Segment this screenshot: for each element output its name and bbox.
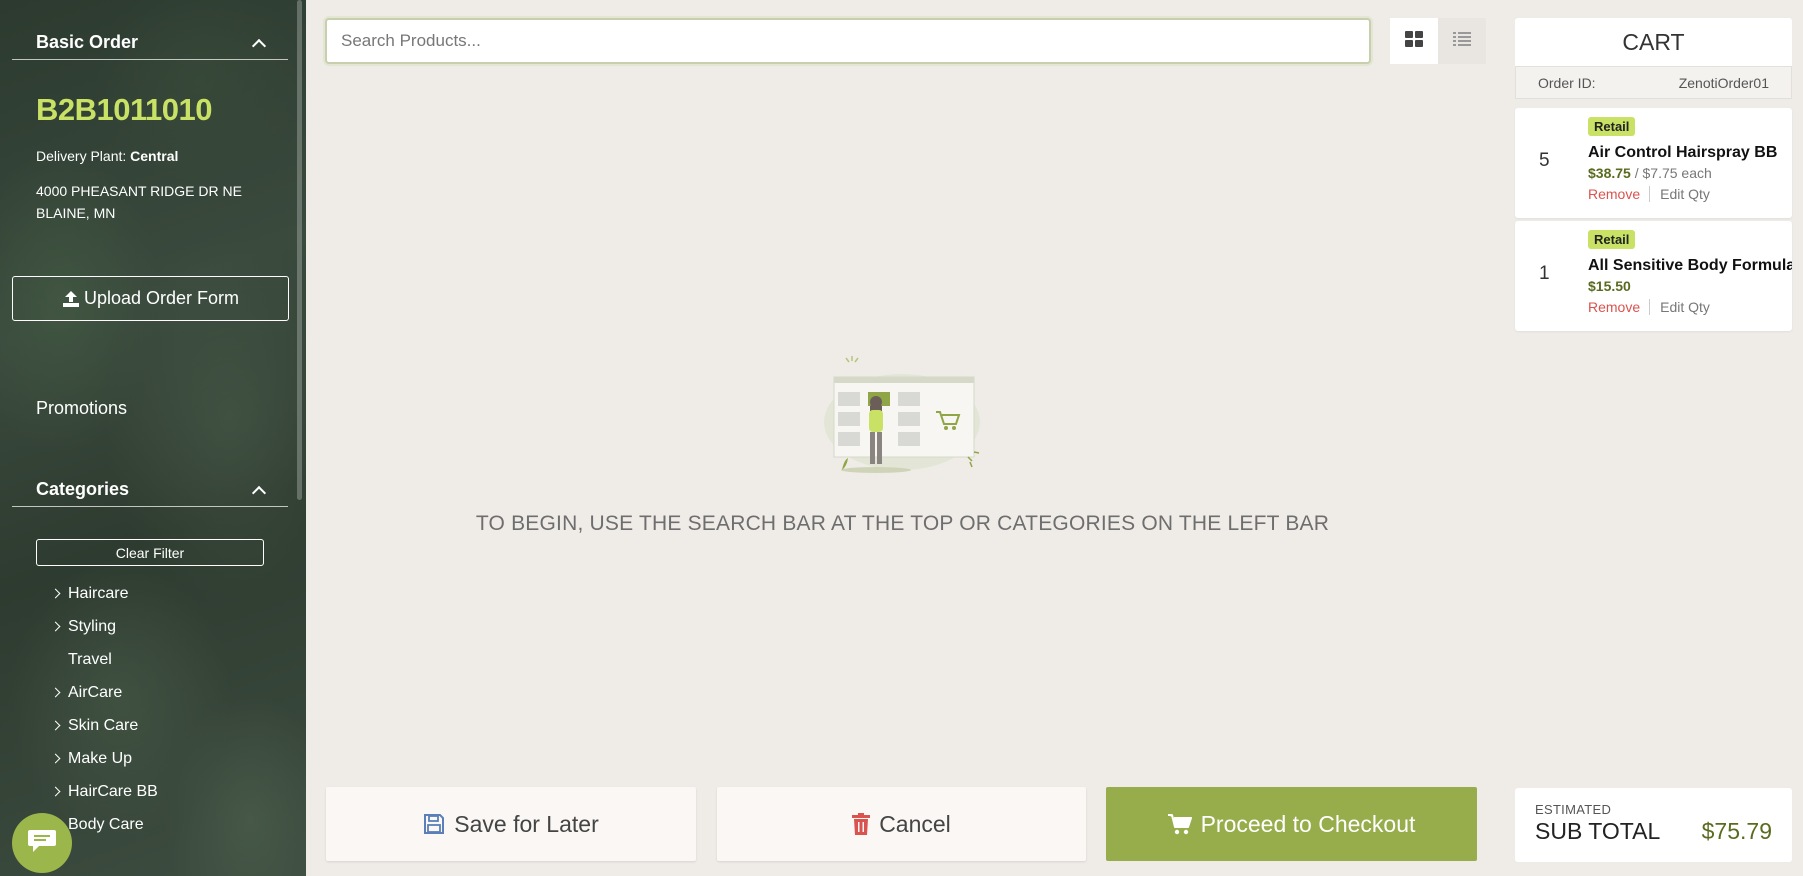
cart-item-actions: Remove Edit Qty bbox=[1588, 186, 1710, 202]
delivery-address: 4000 PHEASANT RIDGE DR NE BLAINE, MN bbox=[36, 180, 242, 224]
category-label: Styling bbox=[68, 617, 117, 635]
list-view-button[interactable] bbox=[1438, 18, 1486, 64]
chat-button[interactable] bbox=[12, 813, 72, 873]
cart-item-price: $15.50 bbox=[1588, 278, 1631, 294]
cancel-label: Cancel bbox=[879, 810, 951, 837]
proceed-to-checkout-button[interactable]: Proceed to Checkout bbox=[1106, 787, 1477, 861]
save-for-later-label: Save for Later bbox=[454, 810, 599, 837]
clear-filter-button[interactable]: Clear Filter bbox=[36, 539, 264, 566]
upload-order-form-button[interactable]: Upload Order Form bbox=[12, 276, 289, 321]
grid-icon bbox=[1405, 30, 1423, 52]
delivery-plant-label: Delivery Plant: bbox=[36, 148, 127, 164]
remove-link[interactable]: Remove bbox=[1588, 186, 1651, 202]
search-input[interactable] bbox=[325, 18, 1371, 64]
category-label: Haircare bbox=[68, 584, 129, 602]
grid-view-button[interactable] bbox=[1390, 18, 1438, 64]
chevron-right-icon bbox=[50, 588, 68, 599]
order-number: B2B1011010 bbox=[36, 92, 213, 127]
chevron-right-icon bbox=[50, 687, 68, 698]
floppy-disk-icon bbox=[423, 813, 445, 835]
cart-title: CART bbox=[1515, 18, 1792, 66]
cart-item-actions: Remove Edit Qty bbox=[1588, 299, 1710, 315]
address-line1: 4000 PHEASANT RIDGE DR NE bbox=[36, 183, 242, 199]
proceed-to-checkout-label: Proceed to Checkout bbox=[1200, 810, 1416, 837]
cart-item-price: $38.75 / $7.75 each bbox=[1588, 165, 1712, 181]
chevron-right-icon bbox=[50, 753, 68, 764]
empty-state-illustration bbox=[820, 352, 985, 497]
chevron-right-icon bbox=[50, 786, 68, 797]
category-item-travel[interactable]: Travel bbox=[52, 643, 158, 676]
chevron-right-icon bbox=[50, 720, 68, 731]
category-label: HairCare BB bbox=[68, 782, 158, 800]
cancel-button[interactable]: Cancel bbox=[717, 787, 1086, 861]
categories-header[interactable]: Categories bbox=[12, 473, 288, 507]
category-label: Body Care bbox=[68, 815, 144, 833]
sidebar-scrollbar[interactable] bbox=[297, 0, 302, 500]
edit-qty-link[interactable]: Edit Qty bbox=[1650, 186, 1710, 202]
order-id-label: Order ID: bbox=[1538, 74, 1596, 91]
cart-item: 1 Retail All Sensitive Body Formula $15.… bbox=[1515, 221, 1792, 331]
subtotal-label: SUB TOTAL bbox=[1535, 818, 1661, 844]
upload-label: Upload Order Form bbox=[83, 288, 240, 308]
delivery-plant-value: Central bbox=[130, 148, 179, 164]
address-line2: BLAINE, MN bbox=[36, 205, 116, 221]
subtotal-amount: $75.79 bbox=[1701, 818, 1772, 844]
chevron-up-icon[interactable] bbox=[251, 38, 267, 53]
chevron-up-icon[interactable] bbox=[251, 485, 267, 500]
view-toggle bbox=[1390, 18, 1486, 64]
cart-item-badge: Retail bbox=[1588, 117, 1636, 136]
chevron-right-icon bbox=[50, 621, 68, 632]
category-item-skin-care[interactable]: Skin Care bbox=[50, 709, 158, 742]
subtotal-panel: ESTIMATED SUB TOTAL $75.79 bbox=[1515, 788, 1792, 862]
cart-item-total: $15.50 bbox=[1588, 278, 1631, 294]
category-label: Travel bbox=[68, 650, 112, 668]
sidebar: Basic Order B2B1011010 Delivery Plant: C… bbox=[0, 0, 306, 876]
order-id-value: ZenotiOrder01 bbox=[1678, 74, 1769, 91]
edit-qty-link[interactable]: Edit Qty bbox=[1650, 299, 1710, 315]
subtotal-row: SUB TOTAL $75.79 bbox=[1535, 818, 1772, 845]
category-item-aircare[interactable]: AirCare bbox=[50, 676, 158, 709]
category-list: Haircare Styling Travel AirCare Skin Car… bbox=[50, 577, 158, 841]
cart-item: 5 Retail Air Control Hairspray BB $38.75… bbox=[1515, 108, 1792, 218]
category-item-make-up[interactable]: Make Up bbox=[50, 742, 158, 775]
save-for-later-button[interactable]: Save for Later bbox=[326, 787, 696, 861]
cart-item-badge: Retail bbox=[1588, 230, 1636, 249]
category-item-haircare[interactable]: Haircare bbox=[50, 577, 158, 610]
cart-order-id: Order ID: ZenotiOrder01 bbox=[1515, 66, 1792, 99]
upload-icon bbox=[62, 290, 80, 308]
remove-link[interactable]: Remove bbox=[1588, 299, 1651, 315]
cart-item-name: Air Control Hairspray BB bbox=[1588, 144, 1778, 161]
cart-item-total: $38.75 bbox=[1588, 165, 1631, 181]
list-icon bbox=[1453, 31, 1471, 52]
estimated-label: ESTIMATED bbox=[1535, 802, 1612, 817]
cart-item-qty: 1 bbox=[1539, 263, 1550, 284]
cart-item-name: All Sensitive Body Formula bbox=[1588, 257, 1792, 274]
category-label: Make Up bbox=[68, 749, 133, 767]
category-label: Skin Care bbox=[68, 716, 139, 734]
category-item-haircare-bb[interactable]: HairCare BB bbox=[50, 775, 158, 808]
cart-item-unit-price: / $7.75 each bbox=[1634, 165, 1712, 181]
chat-bubble-icon bbox=[27, 828, 57, 859]
categories-title: Categories bbox=[36, 479, 130, 499]
category-label: AirCare bbox=[68, 683, 123, 701]
delivery-plant: Delivery Plant: Central bbox=[36, 148, 178, 164]
promotions-link[interactable]: Promotions bbox=[36, 398, 127, 419]
cart-item-qty: 5 bbox=[1539, 150, 1550, 171]
shopping-cart-icon bbox=[1167, 813, 1192, 835]
basic-order-title: Basic Order bbox=[36, 32, 139, 52]
trash-icon bbox=[852, 813, 871, 835]
category-item-styling[interactable]: Styling bbox=[50, 610, 158, 643]
basic-order-header[interactable]: Basic Order bbox=[12, 26, 288, 60]
empty-state-message: TO BEGIN, USE THE SEARCH BAR AT THE TOP … bbox=[475, 512, 1330, 535]
